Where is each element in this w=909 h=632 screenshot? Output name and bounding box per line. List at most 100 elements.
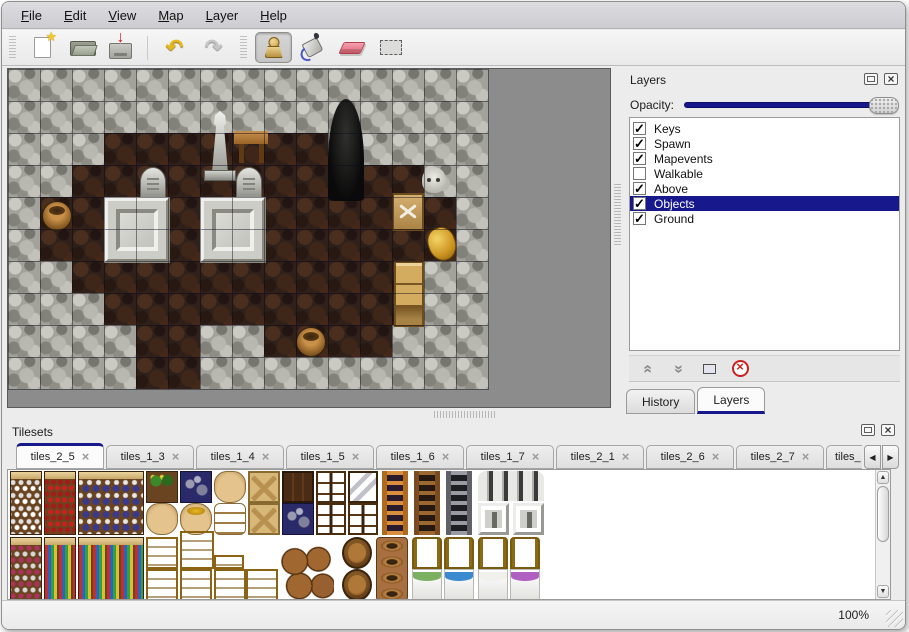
tileset-tile-ladder-gray[interactable] — [446, 471, 472, 535]
tileset-tab-tiles_1_4[interactable]: tiles_1_4× — [196, 445, 284, 469]
resize-grip-icon[interactable] — [886, 610, 903, 627]
layer-list[interactable]: ✓Keys✓Spawn✓MapeventsWalkable✓Above✓Obje… — [629, 117, 900, 351]
layer-row-objects[interactable]: ✓Objects — [630, 196, 899, 211]
tileset-view[interactable]: ▲ ▼ — [7, 469, 891, 600]
close-tab-icon[interactable]: × — [802, 452, 810, 462]
close-tab-icon[interactable]: × — [82, 452, 90, 462]
layer-visibility-checkbox[interactable]: ✓ — [633, 197, 646, 210]
close-panel-icon[interactable] — [884, 73, 898, 85]
close-tab-icon[interactable]: × — [622, 452, 630, 462]
layer-visibility-checkbox[interactable]: ✓ — [633, 137, 646, 150]
close-tab-icon[interactable]: × — [352, 452, 360, 462]
tileset-tile-sack[interactable] — [146, 503, 178, 535]
tileset-tile-sack[interactable] — [214, 471, 246, 503]
tileset-tile-pots[interactable] — [376, 537, 408, 600]
splitter-grip[interactable] — [614, 184, 621, 246]
tileset-tile-ladder-orange[interactable] — [382, 471, 408, 535]
tileset-tile-bed-head[interactable] — [444, 537, 474, 569]
toolbar-drag-handle[interactable] — [9, 36, 16, 60]
tileset-tile-chest[interactable] — [348, 503, 378, 535]
tileset-tile-bed-white[interactable] — [478, 569, 508, 600]
eraser-tool-button[interactable] — [333, 32, 370, 63]
undo-button[interactable]: ↶ — [156, 32, 193, 63]
menu-item-view[interactable]: View — [99, 6, 145, 25]
menu-item-map[interactable]: Map — [149, 6, 192, 25]
tileset-canvas[interactable] — [10, 471, 870, 599]
raise-layer-button[interactable]: « — [637, 359, 657, 379]
tileset-tile-chest[interactable] — [316, 503, 346, 535]
close-tab-icon[interactable]: × — [172, 452, 180, 462]
tab-history[interactable]: History — [626, 389, 695, 414]
menu-item-help[interactable]: Help — [251, 6, 296, 25]
new-file-button[interactable] — [24, 32, 61, 63]
tileset-tile-bed-purple[interactable] — [510, 569, 540, 600]
layer-visibility-checkbox[interactable]: ✓ — [633, 182, 646, 195]
duplicate-layer-button[interactable] — [699, 359, 719, 379]
tileset-tile-barrel[interactable] — [342, 569, 372, 600]
layer-row-mapevents[interactable]: ✓Mapevents — [630, 151, 899, 166]
tileset-tile-chest-dark[interactable] — [282, 471, 314, 503]
layer-row-above[interactable]: ✓Above — [630, 181, 899, 196]
scroll-tabs-left-button[interactable]: ◀ — [864, 445, 881, 469]
vertical-splitter[interactable] — [611, 68, 624, 408]
close-tab-icon[interactable]: × — [262, 452, 270, 462]
map-canvas[interactable] — [8, 69, 488, 389]
tileset-tile-crate-yellow[interactable] — [180, 569, 212, 600]
redo-button[interactable]: ↷ — [195, 32, 232, 63]
layer-row-walkable[interactable]: Walkable — [630, 166, 899, 181]
menu-item-file[interactable]: File — [12, 6, 51, 25]
tileset-tile-shelf-blue[interactable] — [78, 471, 144, 535]
close-tab-icon[interactable]: × — [442, 452, 450, 462]
scroll-down-icon[interactable]: ▼ — [877, 585, 889, 598]
tileset-tile-crate-yellow[interactable] — [146, 537, 178, 569]
tileset-tile-crate-yellow[interactable] — [146, 569, 178, 600]
layer-visibility-checkbox[interactable] — [633, 167, 646, 180]
scrollbar-thumb[interactable] — [877, 486, 889, 542]
tileset-tile-hearth[interactable] — [478, 503, 509, 535]
menu-item-layer[interactable]: Layer — [197, 6, 248, 25]
horizontal-splitter[interactable] — [7, 408, 611, 420]
tileset-tile-chest-metal[interactable] — [348, 471, 378, 503]
tileset-tab-tiles[interactable]: tiles_ — [826, 445, 862, 469]
tileset-tab-tiles_1_5[interactable]: tiles_1_5× — [286, 445, 374, 469]
toolbar-drag-handle[interactable] — [240, 36, 247, 60]
scroll-up-icon[interactable]: ▲ — [877, 471, 889, 484]
tileset-tile-shelf-books[interactable] — [44, 537, 76, 600]
save-file-button[interactable] — [102, 32, 139, 63]
tileset-tile-arch[interactable] — [478, 471, 544, 501]
close-tab-icon[interactable]: × — [532, 452, 540, 462]
menu-item-edit[interactable]: Edit — [55, 6, 95, 25]
close-tab-icon[interactable]: × — [712, 452, 720, 462]
float-panel-icon[interactable] — [861, 424, 875, 436]
tileset-tile-bed-green[interactable] — [412, 569, 442, 600]
tileset-tile-crate-junk[interactable] — [180, 471, 212, 503]
opacity-slider[interactable] — [684, 102, 898, 108]
tileset-tile-bed-head[interactable] — [478, 537, 508, 569]
float-panel-icon[interactable] — [864, 73, 878, 85]
tileset-tab-tiles_2_5[interactable]: tiles_2_5× — [16, 443, 104, 469]
tileset-tile-barrel[interactable] — [342, 537, 372, 569]
tileset-tile-chest[interactable] — [316, 471, 346, 503]
splitter-grip[interactable] — [434, 411, 496, 418]
tileset-tab-tiles_2_7[interactable]: tiles_2_7× — [736, 445, 824, 469]
layer-visibility-checkbox[interactable]: ✓ — [633, 212, 646, 225]
layer-row-keys[interactable]: ✓Keys — [630, 121, 899, 136]
tileset-tile-crate-junk[interactable] — [282, 503, 314, 535]
layer-visibility-checkbox[interactable]: ✓ — [633, 152, 646, 165]
tileset-tile-crate-yellow[interactable] — [214, 555, 244, 569]
tileset-tab-tiles_2_6[interactable]: tiles_2_6× — [646, 445, 734, 469]
tileset-scrollbar[interactable]: ▲ ▼ — [875, 470, 890, 599]
tileset-tile-shelf-jars[interactable] — [10, 537, 42, 600]
open-file-button[interactable] — [63, 32, 100, 63]
stamp-tool-button[interactable] — [255, 32, 292, 63]
tileset-tile-sack-stack[interactable] — [214, 503, 246, 535]
layer-row-spawn[interactable]: ✓Spawn — [630, 136, 899, 151]
lower-layer-button[interactable]: « — [668, 359, 688, 379]
select-tool-button[interactable] — [372, 32, 409, 63]
tileset-tile-crate-green[interactable] — [146, 471, 178, 503]
tileset-tile-crate-yellow[interactable] — [214, 569, 246, 600]
tileset-tile-crate-x[interactable] — [248, 471, 280, 503]
scroll-tabs-right-button[interactable]: ▶ — [882, 445, 899, 469]
tileset-tab-tiles_2_1[interactable]: tiles_2_1× — [556, 445, 644, 469]
tileset-tile-bed-head[interactable] — [510, 537, 540, 569]
